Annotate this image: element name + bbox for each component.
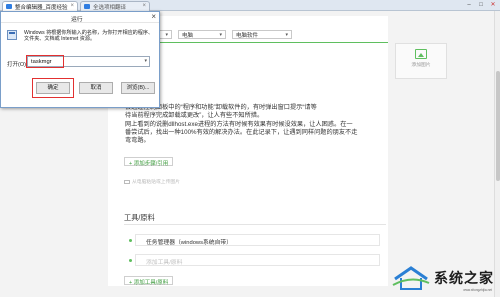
step-text-line: 番尝试后，找出一种100%有效的解决办法。在此记录下，让遇到同样问题的朋友不走 <box>125 128 358 136</box>
hint-text: 从电脑粘贴或上传图片 <box>132 180 180 185</box>
tool-placeholder: 添加工具/原料 <box>146 260 183 266</box>
maximize-icon[interactable]: □ <box>476 1 486 9</box>
watermark-logo: 系统之家 www.xitongzhijia.net <box>391 265 494 292</box>
add-tool-button[interactable]: + 添加工具/原料 <box>124 276 174 286</box>
watermark-text: 系统之家 <box>434 270 494 286</box>
highlight-box <box>32 78 74 98</box>
dialog-description: Windows 将根据你所输入的名称，为你打开相应的程序、 文件夹、文档或 In… <box>24 30 153 42</box>
browse-button[interactable]: 浏览(B)... <box>121 82 155 94</box>
category-select-2[interactable]: 电脑 ▾ <box>178 30 226 39</box>
watermark-subtext: www.xitongzhijia.net <box>463 288 492 292</box>
select-value: 电脑 <box>182 32 194 39</box>
tools-section-title: 工具/原料 <box>124 213 155 222</box>
select-value: 电脑软件 <box>236 32 259 39</box>
chevron-down-icon[interactable]: ▾ <box>144 58 147 64</box>
add-step-button[interactable]: + 添加步骤/引用 <box>124 157 174 167</box>
step-text-line: 弯弯路。 <box>125 137 150 145</box>
baidu-icon <box>6 4 12 9</box>
step-text[interactable]: 会通过控制面板中的“程序和功能”卸载软件的，有时弹出窗口提示“请等 待当前程序完… <box>125 104 383 145</box>
description-line: 文件夹、文档或 Internet 资源。 <box>24 36 96 42</box>
add-image-label: 添加图片 <box>411 63 431 68</box>
house-logo-icon <box>392 266 430 290</box>
page-icon <box>84 4 90 9</box>
close-icon[interactable]: × <box>142 3 146 9</box>
close-icon[interactable]: × <box>151 12 156 21</box>
tab-editor[interactable]: 整合编辑器_百度经验 × <box>2 1 78 11</box>
run-dialog: 运行 × Windows 将根据你所输入的名称，为你打开相应的程序、 文件夹、文… <box>0 11 160 108</box>
dialog-title: 运行 <box>71 17 83 23</box>
scrollbar-thumb[interactable] <box>496 71 500 181</box>
chevron-down-icon: ▾ <box>165 31 168 38</box>
minimize-icon[interactable]: – <box>464 1 474 9</box>
image-icon <box>415 49 427 59</box>
scrollbar[interactable] <box>494 11 500 297</box>
category-select-3[interactable]: 电脑软件 ▾ <box>232 30 292 39</box>
chevron-down-icon: ▾ <box>285 31 288 38</box>
run-icon <box>7 30 17 40</box>
dialog-title-bar[interactable]: 运行 × <box>1 12 159 23</box>
close-window-icon[interactable]: ✕ <box>488 1 498 9</box>
tool-input[interactable]: 添加工具/原料 <box>135 254 380 266</box>
add-image-button[interactable]: 添加图片 <box>395 43 447 79</box>
step-text-line: 网上看到的说删dllhost.exe进程的方法有时候有效果有时候没效果，让人困惑… <box>125 120 353 128</box>
highlight-box <box>26 55 64 68</box>
window-controls: – □ ✕ <box>464 1 498 9</box>
chevron-down-icon: ▾ <box>219 31 222 38</box>
step-text-line: 待当前程序完成卸载或更改”，让人有些不知所措。 <box>125 112 264 120</box>
bullet-icon <box>129 239 132 242</box>
tool-item[interactable]: 任务管理器（windows系统自带） <box>135 234 380 246</box>
divider <box>124 224 386 225</box>
close-icon[interactable]: × <box>70 3 74 9</box>
bullet-icon <box>129 259 132 262</box>
open-label: 打开(O): <box>7 62 28 68</box>
cancel-button[interactable]: 取消 <box>79 82 113 94</box>
screenshot: 整合编辑器_百度经验 × 全选项相翻译 × – □ ✕ ▾ 电脑 ▾ 电脑软件 … <box>0 0 500 297</box>
camera-icon <box>124 179 130 184</box>
image-upload-hint[interactable]: 从电脑粘贴或上传图片 <box>124 178 180 185</box>
browser-tab-bar: 整合编辑器_百度经验 × 全选项相翻译 × – □ ✕ <box>0 0 500 11</box>
tab-translate[interactable]: 全选项相翻译 × <box>80 1 150 11</box>
tool-text: 任务管理器（windows系统自带） <box>146 240 232 246</box>
